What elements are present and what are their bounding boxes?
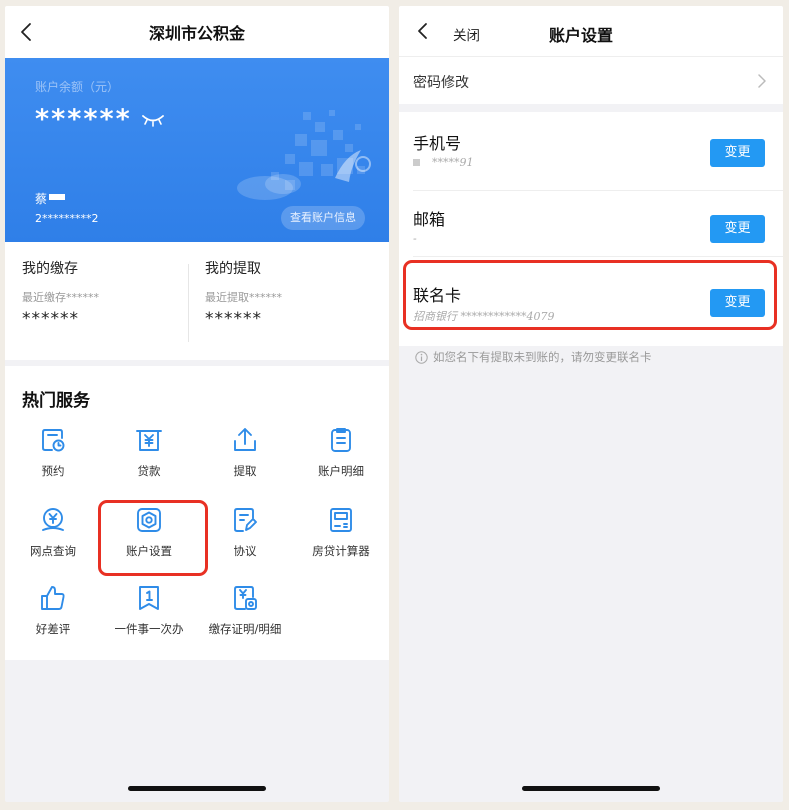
deposit-withdraw-summary: 我的缴存 最近缴存****** ****** 我的提取 最近提取****** *…: [5, 242, 389, 360]
home-indicator: [128, 786, 266, 791]
account-holder-name: 蔡: [35, 190, 66, 207]
calendar-clock-icon: [42, 429, 65, 452]
divider: [413, 256, 783, 257]
chevron-right-icon: [758, 74, 766, 88]
recent-withdraw-label: 最近提取******: [205, 291, 282, 304]
password-change-label: 密码修改: [413, 75, 469, 91]
notice-text: 如您名下有提取未到账的，请勿变更联名卡: [415, 349, 652, 365]
hexagon-settings-icon: [137, 508, 161, 532]
document-edit-icon: [234, 508, 257, 532]
decorative-illustration: [237, 110, 371, 200]
my-withdraw-title: 我的提取: [205, 261, 261, 277]
my-deposit-panel[interactable]: 我的缴存 最近缴存****** ******: [22, 258, 99, 329]
certificate-icon: [234, 586, 257, 610]
chevron-left-icon: [21, 23, 31, 41]
deposit-value: ******: [22, 309, 79, 329]
balance-label: 账户余额（元）: [35, 80, 120, 94]
service-appointment[interactable]: 预约: [5, 426, 101, 479]
info-icon: [415, 350, 428, 364]
service-account-settings[interactable]: 账户设置: [101, 506, 197, 559]
password-change-row[interactable]: 密码修改: [399, 56, 783, 104]
right-phone-screen: 关闭 账户设置 密码修改 手机号 *****91 变更 邮箱 - 变更 联名卡 …: [399, 6, 783, 802]
change-email-button[interactable]: 变更: [710, 215, 765, 243]
my-deposit-title: 我的缴存: [22, 261, 78, 277]
service-branch-lookup[interactable]: 网点查询: [5, 506, 101, 559]
withdraw-value: ******: [205, 309, 262, 329]
account-number: 2*********2: [35, 212, 99, 225]
divider: [188, 264, 189, 342]
back-button[interactable]: [13, 18, 39, 46]
page-title: 账户设置: [548, 26, 613, 45]
page-title: 深圳市公积金: [148, 24, 245, 43]
service-mortgage-calculator[interactable]: 房贷计算器: [293, 506, 389, 559]
change-card-button[interactable]: 变更: [710, 289, 765, 317]
service-account-details[interactable]: 账户明细: [293, 426, 389, 479]
co-branded-card-value: 招商银行 ************4079: [413, 310, 555, 323]
view-account-info-button[interactable]: 查看账户信息: [281, 206, 365, 230]
service-deposit-certificate[interactable]: 缴存证明/明细: [197, 584, 293, 637]
service-one-stop[interactable]: 一件事一次办: [101, 584, 197, 637]
service-agreement[interactable]: 协议: [197, 506, 293, 559]
service-loan[interactable]: 贷款: [101, 426, 197, 479]
navigation-bar: 关闭 账户设置: [399, 6, 783, 56]
hot-services-section: 热门服务 预约 贷款 提取 账户明细 网点查询 账户设置 协议 房贷计算器 好差…: [5, 366, 389, 660]
recent-deposit-label: 最近缴存******: [22, 291, 99, 304]
email-value: -: [413, 232, 417, 245]
account-info-card: 手机号 *****91 变更 邮箱 - 变更 联名卡 招商银行 ********…: [399, 112, 783, 346]
bookmark-one-icon: [139, 586, 159, 610]
email-label: 邮箱: [413, 210, 446, 229]
thumbs-up-icon: [41, 586, 65, 610]
co-branded-card-label: 联名卡: [413, 286, 462, 305]
upload-icon: [234, 428, 256, 451]
service-rating[interactable]: 好差评: [5, 584, 101, 637]
location-yuan-icon: [42, 508, 64, 531]
phone-value: *****91: [413, 156, 474, 169]
hot-services-title: 热门服务: [22, 391, 90, 411]
left-phone-screen: 深圳市公积金 账户余额（元） ****** 蔡 2*********2 查看账户…: [5, 6, 389, 802]
calculator-icon: [330, 508, 352, 532]
eye-closed-icon[interactable]: [141, 113, 164, 127]
navigation-bar: 深圳市公积金: [5, 6, 389, 58]
phone-label: 手机号: [413, 134, 462, 153]
divider: [413, 190, 783, 191]
my-withdraw-panel[interactable]: 我的提取 最近提取****** ******: [205, 258, 282, 329]
balance-value: ******: [35, 104, 132, 135]
yuan-receipt-icon: [136, 430, 162, 451]
account-balance-card: 账户余额（元） ****** 蔡 2*********2 查看账户信息: [5, 58, 389, 242]
home-indicator: [522, 786, 660, 791]
clipboard-icon: [331, 428, 351, 452]
service-withdraw[interactable]: 提取: [197, 426, 293, 479]
change-phone-button[interactable]: 变更: [710, 139, 765, 167]
